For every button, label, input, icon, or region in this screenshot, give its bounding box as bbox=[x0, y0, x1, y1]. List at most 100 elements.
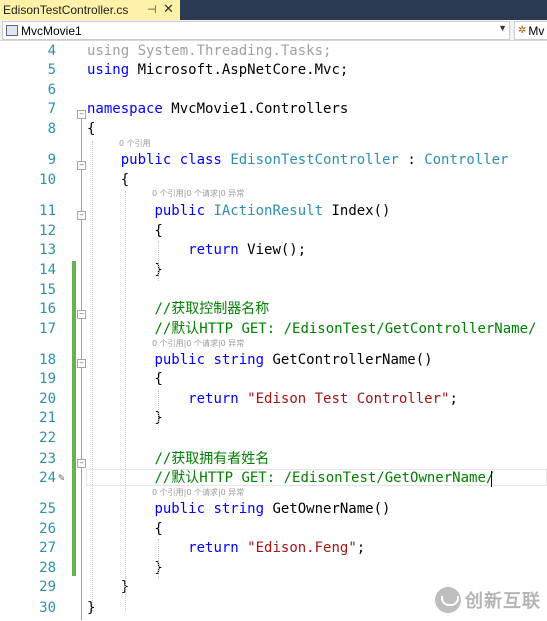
pin-icon[interactable]: ⊣ bbox=[147, 3, 157, 16]
code-token: } bbox=[87, 579, 130, 595]
codelens[interactable]: 0 个引用 bbox=[0, 139, 547, 149]
line-number: 23 bbox=[39, 451, 56, 467]
codelens-text[interactable]: 0 个引用 bbox=[119, 139, 151, 149]
line-number: 15 bbox=[39, 282, 56, 298]
indent-guide bbox=[158, 241, 159, 281]
code-line[interactable]: 8{ bbox=[0, 120, 547, 139]
code-line[interactable]: 20 return "Edison Test Controller"; bbox=[0, 390, 547, 409]
pencil-icon: ✎ bbox=[58, 471, 65, 484]
line-number: 7 bbox=[47, 101, 56, 117]
code-line[interactable]: 25 public string GetOwnerName() bbox=[0, 500, 547, 519]
code-line[interactable]: 14 } bbox=[0, 261, 547, 280]
code-line[interactable]: 26 { bbox=[0, 520, 547, 539]
code-text: public class EdisonTestController : Cont… bbox=[87, 151, 509, 170]
watermark-logo-icon bbox=[435, 587, 461, 613]
project-dropdown[interactable]: MvcMovie1 ▼ bbox=[2, 21, 510, 40]
code-text: //默认HTTP GET: /EdisonTest/GetOwnerName/ bbox=[87, 469, 494, 488]
code-token: GetOwnerName() bbox=[264, 501, 391, 517]
code-editor[interactable]: 4 using System.Threading.Tasks; 5 using Mic… bbox=[0, 41, 547, 621]
line-number: 10 bbox=[39, 172, 56, 188]
code-line[interactable]: 19 { bbox=[0, 370, 547, 389]
line-number: 22 bbox=[39, 430, 56, 446]
text-caret bbox=[491, 471, 492, 487]
code-token: ; bbox=[449, 391, 458, 407]
collapse-icon[interactable]: − bbox=[77, 459, 86, 468]
line-number: 11 bbox=[39, 203, 56, 219]
tab-edison-test-controller[interactable]: EdisonTestController.cs ⊣ ✕ bbox=[0, 0, 180, 20]
codelens[interactable]: 0 个引用|0 个请求|0 异常 bbox=[0, 339, 547, 349]
code-line[interactable]: 10 { bbox=[0, 171, 547, 190]
code-text: } bbox=[87, 578, 129, 597]
code-token: { bbox=[87, 172, 130, 188]
code-text: using Microsoft.AspNetCore.Mvc; bbox=[87, 61, 348, 80]
code-line[interactable]: 22 bbox=[0, 429, 547, 448]
collapse-icon[interactable]: − bbox=[77, 310, 86, 319]
code-line[interactable]: 12 { bbox=[0, 222, 547, 241]
code-token: EdisonTestController bbox=[230, 152, 399, 168]
code-token: ; bbox=[356, 540, 366, 556]
code-line[interactable]: 28 } bbox=[0, 559, 547, 578]
codelens[interactable]: 0 个引用|0 个请求|0 异常 bbox=[0, 488, 547, 498]
code-text: return "Edison Test Controller"; bbox=[87, 390, 458, 409]
collapse-icon[interactable]: − bbox=[77, 110, 86, 119]
member-name: Mv bbox=[528, 23, 545, 38]
line-number: 29 bbox=[39, 579, 56, 595]
line-number: 4 bbox=[47, 43, 56, 59]
code-token: return bbox=[188, 391, 239, 407]
code-text: //获取拥有者姓名 bbox=[87, 450, 269, 469]
watermark-text: 创新互联 bbox=[465, 591, 541, 612]
indent-guide bbox=[158, 390, 159, 430]
close-icon[interactable]: ✕ bbox=[163, 1, 174, 17]
document-tab-strip: EdisonTestController.cs ⊣ ✕ bbox=[0, 0, 547, 20]
code-line[interactable]: 24 //默认HTTP GET: /EdisonTest/GetOwnerNam… bbox=[0, 469, 547, 488]
codelens-text[interactable]: 0 个引用|0 个请求|0 异常 bbox=[152, 339, 244, 349]
code-text: namespace MvcMovie1.Controllers bbox=[87, 100, 348, 119]
project-name: MvcMovie1 bbox=[21, 23, 82, 38]
line-number: 13 bbox=[39, 242, 56, 258]
codelens-text[interactable]: 0 个引用|0 个请求|0 异常 bbox=[152, 189, 244, 199]
code-text: //默认HTTP GET: /EdisonTest/GetControllerN… bbox=[87, 320, 536, 339]
indent-guide bbox=[125, 191, 126, 611]
code-token: Controller bbox=[424, 152, 509, 168]
collapse-icon[interactable]: − bbox=[77, 161, 86, 170]
line-number: 19 bbox=[39, 371, 56, 387]
collapse-icon[interactable]: − bbox=[77, 211, 86, 220]
code-token: : bbox=[398, 152, 425, 168]
navigation-bar: MvcMovie1 ▼ ✲ Mv bbox=[0, 20, 547, 41]
code-line[interactable]: 15 bbox=[0, 281, 547, 300]
code-line[interactable]: 5 using Microsoft.AspNetCore.Mvc; bbox=[0, 61, 547, 80]
code-token: public string bbox=[154, 501, 265, 517]
line-number: 17 bbox=[39, 321, 56, 337]
code-token: return bbox=[188, 242, 239, 258]
tab-title: EdisonTestController.cs bbox=[3, 3, 129, 17]
code-line[interactable]: 13 return View(); bbox=[0, 241, 547, 260]
indent-guide bbox=[92, 141, 93, 611]
line-number: 6 bbox=[47, 82, 56, 98]
code-token: { bbox=[87, 121, 96, 137]
member-dropdown[interactable]: ✲ Mv bbox=[514, 21, 547, 40]
code-token: public string bbox=[154, 352, 265, 368]
line-number: 16 bbox=[39, 301, 56, 317]
code-line[interactable]: 21 } bbox=[0, 409, 547, 428]
codelens[interactable]: 0 个引用|0 个请求|0 异常 bbox=[0, 189, 547, 199]
code-token: View(); bbox=[238, 242, 307, 258]
code-line[interactable]: 27 return "Edison.Feng"; bbox=[0, 539, 547, 558]
line-number: 21 bbox=[39, 410, 56, 426]
code-token: Microsoft.AspNetCore.Mvc; bbox=[129, 62, 349, 78]
code-line[interactable]: 6 bbox=[0, 81, 547, 100]
codelens-text[interactable]: 0 个引用|0 个请求|0 异常 bbox=[152, 488, 244, 498]
code-line[interactable]: 17 //默认HTTP GET: /EdisonTest/GetControll… bbox=[0, 320, 547, 339]
code-line[interactable]: 4 using System.Threading.Tasks; bbox=[0, 42, 547, 61]
code-token: return bbox=[188, 540, 239, 556]
line-number: 12 bbox=[39, 223, 56, 239]
collapse-icon[interactable]: − bbox=[77, 359, 86, 368]
line-number: 25 bbox=[39, 501, 56, 517]
change-tracking-bar bbox=[72, 261, 76, 576]
